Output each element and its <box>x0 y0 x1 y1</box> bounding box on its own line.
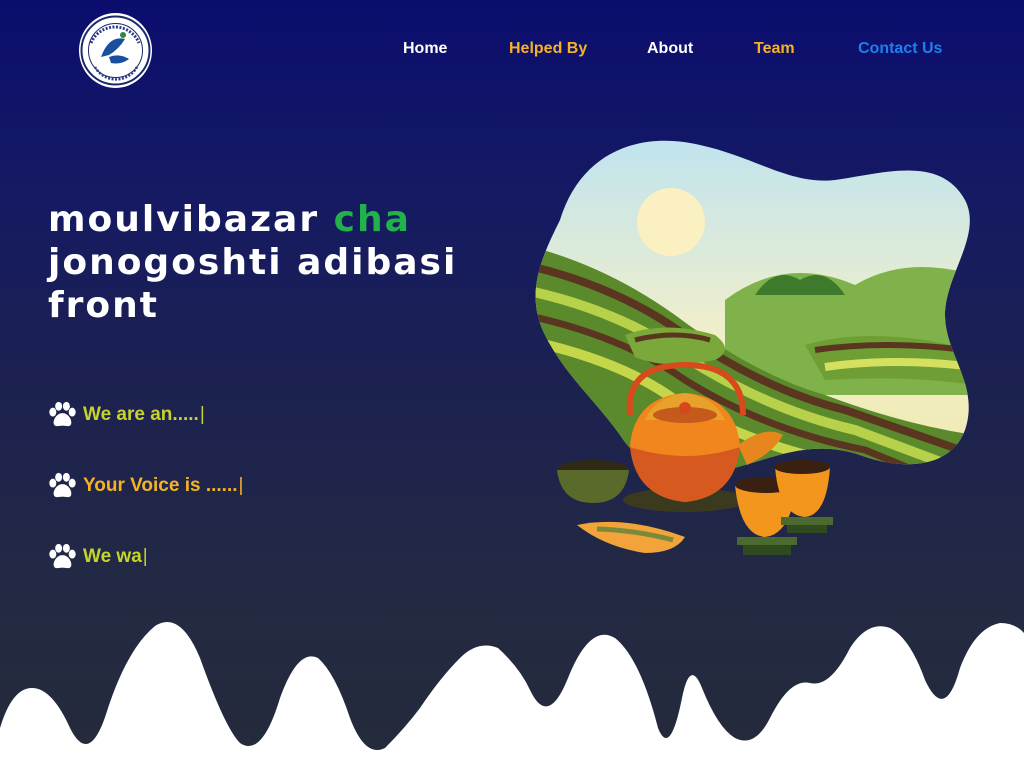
tagline-text: Your Voice is ...... <box>83 475 238 496</box>
nav-team-link[interactable]: Team <box>754 40 795 58</box>
hero-title-accent: cha <box>333 199 411 240</box>
typing-cursor: | <box>199 404 205 425</box>
tagline-3: We wa | <box>47 542 148 572</box>
hero-title: moulvibazar cha jonogoshti adibasi front <box>48 198 488 327</box>
tagline-text: We are an..... <box>83 404 199 425</box>
hero-title-line2: jonogoshti adibasi <box>48 242 458 283</box>
mountain-silhouette <box>0 622 1024 768</box>
paw-icon <box>49 472 76 498</box>
tagline-1: We are an..... | <box>47 400 205 430</box>
paw-icon <box>49 543 76 569</box>
tea-garden-teapot-illustration <box>535 140 970 555</box>
hero-title-part1: moulvibazar <box>48 199 320 240</box>
nav-helped-by-link[interactable]: Helped By <box>509 40 587 58</box>
typing-cursor: | <box>238 475 244 496</box>
tagline-text: We wa <box>83 546 142 567</box>
nav-about-link[interactable]: About <box>647 40 693 58</box>
typing-cursor: | <box>142 546 148 567</box>
paw-icon <box>49 401 76 427</box>
hero-title-line3: front <box>48 285 159 326</box>
main-nav: Home Helped By About Team Contact Us <box>0 40 1024 62</box>
nav-home-link[interactable]: Home <box>403 40 447 58</box>
nav-contact-us-link[interactable]: Contact Us <box>858 40 942 58</box>
tagline-2: Your Voice is ...... | <box>47 471 243 501</box>
